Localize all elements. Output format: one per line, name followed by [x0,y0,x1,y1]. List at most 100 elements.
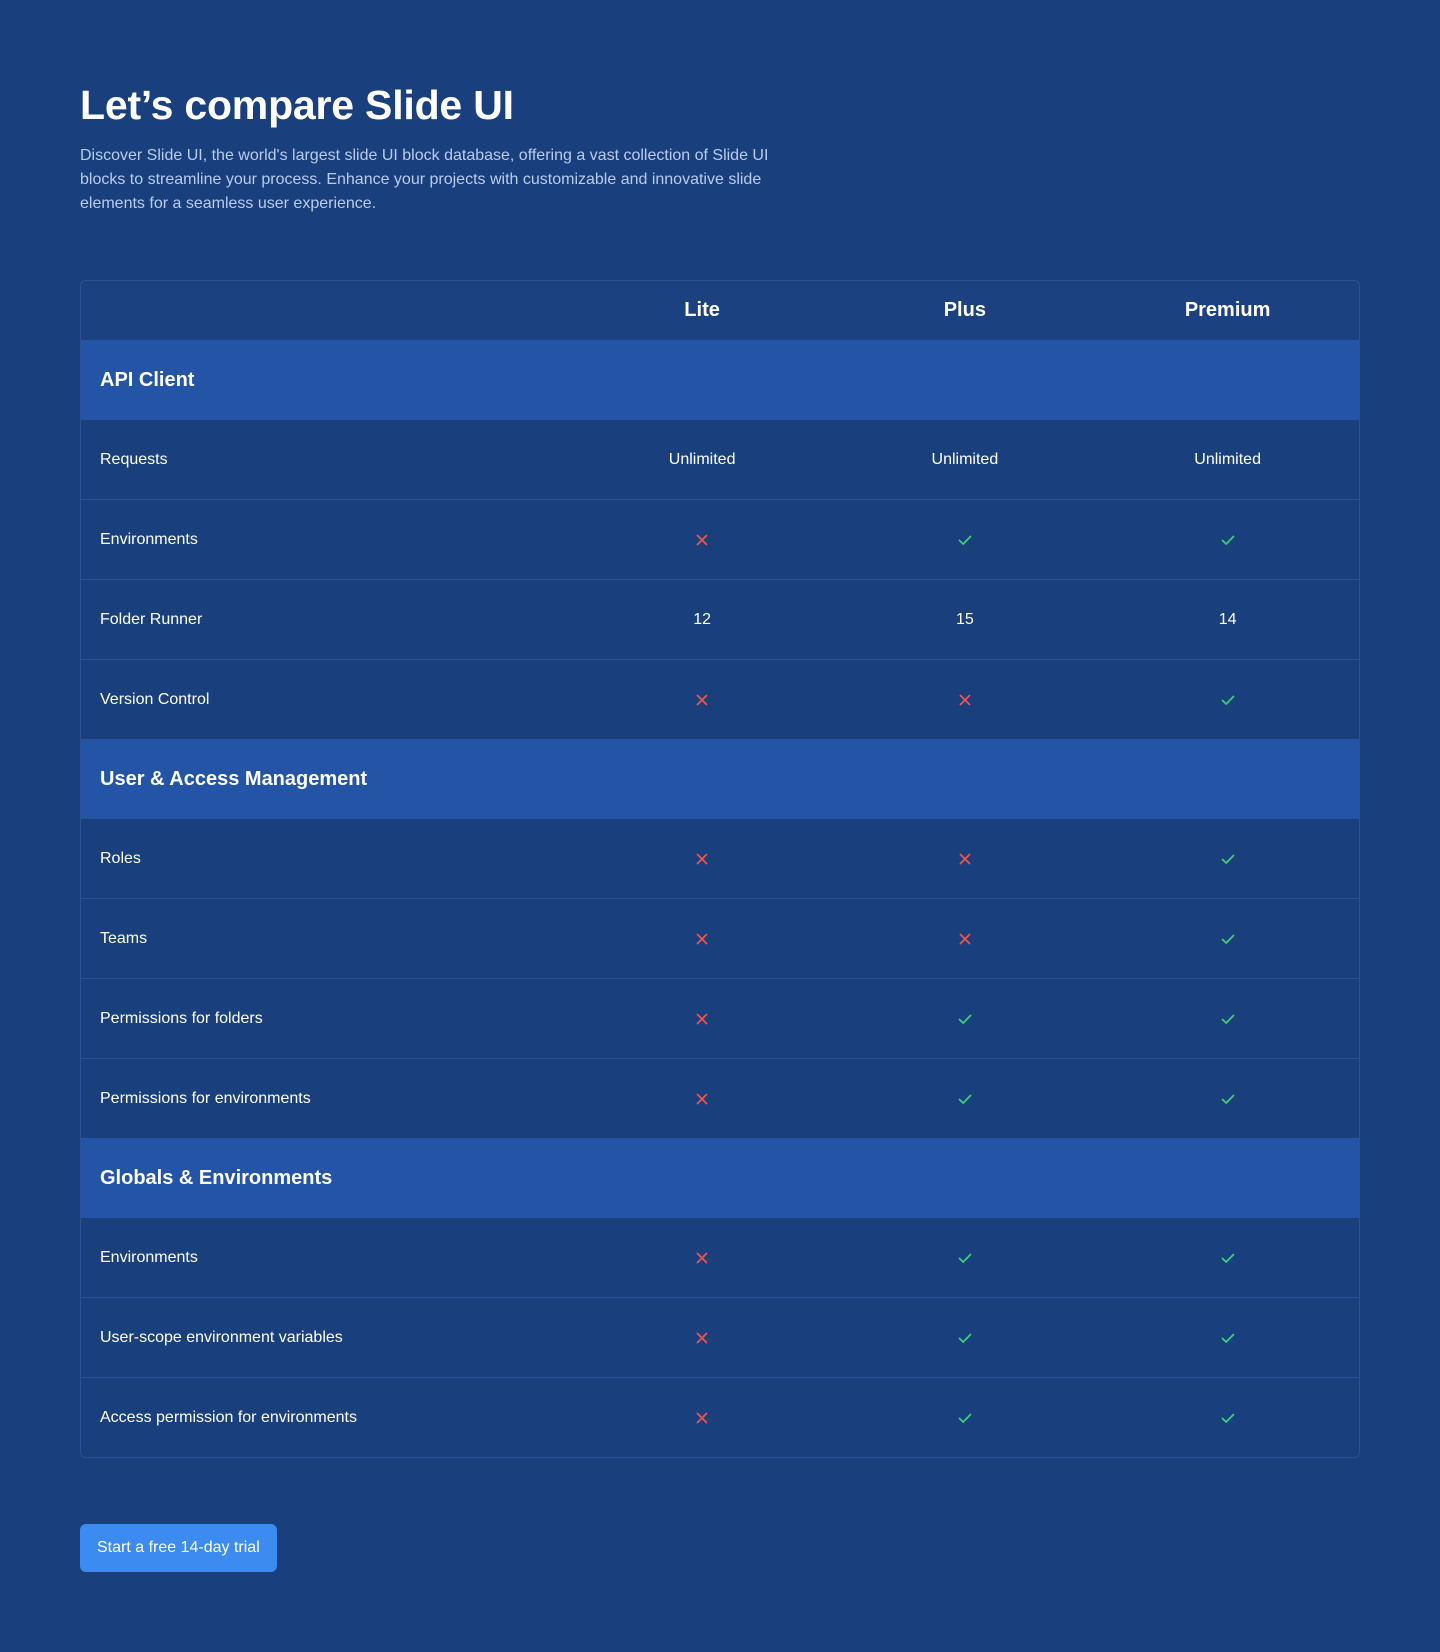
x-icon [694,692,710,708]
x-icon [694,532,710,548]
feature-label: User-scope environment variables [100,1328,343,1346]
table-row: Permissions for folders [81,978,1359,1058]
cell-premium: 14 [1096,611,1359,629]
cell-value: Unlimited [931,450,999,468]
cell-lite [571,1011,834,1027]
feature-label: Requests [100,450,168,468]
cell-premium [1096,851,1359,867]
cell-lite [571,1091,834,1107]
check-icon [957,532,973,548]
check-icon [1220,1410,1236,1426]
comparison-table: Lite Plus Premium API Client Requests Unli… [80,280,1360,1458]
table-row: Folder Runner 12 15 14 [81,579,1359,659]
cell-value: Unlimited [1194,450,1261,468]
cell-premium: Unlimited [1096,451,1359,469]
cell-premium [1096,532,1359,548]
table-body: API Client Requests Unlimited Unlimited Unli… [81,340,1359,1457]
cell-lite [571,692,834,708]
check-icon [1220,931,1236,947]
cell-lite [571,931,834,947]
table-row: Permissions for environments [81,1058,1359,1138]
cell-lite: Unlimited [571,451,834,469]
cell-lite [571,1330,834,1346]
cell-premium [1096,1250,1359,1266]
feature-label: Permissions for environments [100,1089,311,1107]
cell-plus [834,532,1097,548]
table-header: Lite Plus Premium [81,281,1359,340]
cell-plus [834,1011,1097,1027]
cell-plus [834,1330,1097,1346]
feature-label: Version Control [100,690,210,708]
x-icon [694,1410,710,1426]
section-header: User & Access Management [81,739,1359,819]
check-icon [1220,1330,1236,1346]
check-icon [1220,851,1236,867]
check-icon [957,1410,973,1426]
x-icon [694,931,710,947]
check-icon [957,1091,973,1107]
feature-label: Environments [100,1248,198,1266]
cell-lite [571,1410,834,1426]
cell-plus [834,692,1097,708]
cell-premium [1096,1410,1359,1426]
table-row: Environments [81,499,1359,579]
x-icon [694,851,710,867]
x-icon [694,1091,710,1107]
cell-value: Unlimited [668,450,736,468]
table-row: Teams [81,898,1359,978]
feature-label: Folder Runner [100,610,203,628]
cell-premium [1096,931,1359,947]
table-row: Requests Unlimited Unlimited Unlimited [81,420,1359,499]
table-row: Roles [81,819,1359,898]
page-title: Let’s compare Slide UI [80,82,514,128]
check-icon [957,1330,973,1346]
check-icon [957,1250,973,1266]
cell-plus [834,1410,1097,1426]
cell-value: 15 [955,610,974,628]
plan-header-lite: Lite [684,299,720,321]
table-row: Version Control [81,659,1359,739]
cell-premium [1096,1330,1359,1346]
check-icon [1220,1250,1236,1266]
feature-label: Permissions for folders [100,1009,263,1027]
check-icon [1220,532,1236,548]
cell-value: 14 [1218,610,1237,628]
cell-plus [834,931,1097,947]
x-icon [957,931,973,947]
cell-plus [834,1250,1097,1266]
plan-header-plus: Plus [943,299,986,321]
cell-lite [571,532,834,548]
table-row: Access permission for environments [81,1377,1359,1457]
check-icon [1220,692,1236,708]
section-header: API Client [81,340,1359,420]
cell-plus: Unlimited [834,451,1097,469]
cell-lite [571,1250,834,1266]
plan-header-premium: Premium [1184,299,1271,321]
check-icon [1220,1011,1236,1027]
cell-plus [834,1091,1097,1107]
cell-premium [1096,692,1359,708]
x-icon [957,692,973,708]
check-icon [957,1011,973,1027]
check-icon [1220,1091,1236,1107]
feature-label: Teams [100,929,148,947]
page-description: Discover Slide UI, the world's largest s… [80,147,769,212]
cell-premium [1096,1091,1359,1107]
section-header: Globals & Environments [81,1138,1359,1218]
cell-value: 12 [693,610,712,628]
cell-premium [1096,1011,1359,1027]
table-row: Environments [81,1218,1359,1297]
feature-label: Roles [100,849,141,867]
x-icon [957,851,973,867]
x-icon [694,1011,710,1027]
cell-plus [834,851,1097,867]
cell-plus: 15 [834,611,1097,629]
table-row: User-scope environment variables [81,1297,1359,1377]
start-trial-button[interactable]: Start a free 14-day trial [80,1524,277,1572]
x-icon [694,1330,710,1346]
cell-lite [571,851,834,867]
cell-lite: 12 [571,611,834,629]
feature-label: Access permission for environments [100,1408,357,1426]
x-icon [694,1250,710,1266]
feature-label: Environments [100,530,198,548]
